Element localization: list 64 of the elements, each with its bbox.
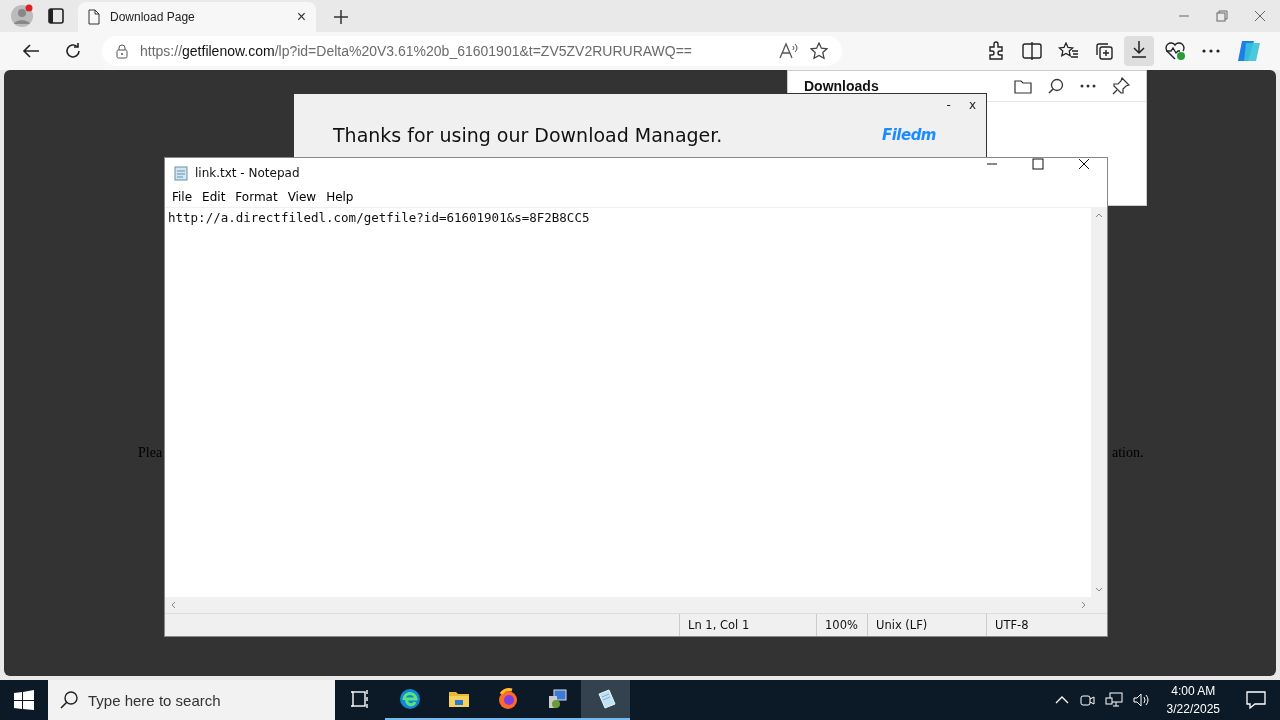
logo: Filedm: [881, 126, 936, 144]
minimize-button[interactable]: -: [944, 98, 953, 112]
more-icon[interactable]: [1080, 84, 1096, 88]
folder-icon[interactable]: [1014, 78, 1032, 94]
profile-icon[interactable]: [10, 4, 34, 28]
clock-date: 3/22/2025: [1166, 701, 1220, 718]
favorites-icon[interactable]: [1058, 42, 1078, 60]
status-text: 100%: [816, 614, 867, 636]
taskbar-app[interactable]: [581, 680, 630, 720]
split-screen-icon[interactable]: [1022, 42, 1042, 60]
status-text: Unix (LF): [867, 614, 986, 636]
notepad-icon: [173, 164, 189, 181]
extensions-icon[interactable]: [986, 41, 1006, 61]
more-icon[interactable]: [1202, 49, 1220, 53]
address-bar[interactable]: https://getfilenow.com/lp?id=Delta%20V3.61%20b_61601901&t=ZV5ZV2RURURAWQ==: [102, 36, 842, 66]
scroll-left-icon: [170, 601, 176, 609]
health-icon[interactable]: [1164, 41, 1186, 61]
status-text: UTF-8: [986, 614, 1107, 636]
chevron-up-icon[interactable]: [1054, 696, 1069, 704]
restore-icon[interactable]: [1216, 10, 1228, 22]
taskbar-search-field[interactable]: Type here to search: [48, 680, 335, 720]
menu-item[interactable]: File: [167, 190, 198, 204]
favorite-star-icon[interactable]: [810, 42, 828, 60]
tab-actions-icon[interactable]: [48, 8, 64, 24]
lock-icon: [116, 43, 128, 59]
windows-start-icon[interactable]: [14, 690, 34, 710]
close-button[interactable]: x: [966, 98, 978, 112]
window-title: link.txt - Notepad: [195, 165, 301, 180]
copilot-icon[interactable]: [1236, 39, 1262, 63]
text-area[interactable]: http://a.directfiledl.com/getfile?id=61601901&s=8F2B8CC5: [165, 208, 1091, 597]
panel-title: Downloads: [804, 78, 880, 94]
search-icon: [60, 691, 78, 709]
clock-time: 4:00 AM: [1171, 683, 1216, 700]
network-icon[interactable]: [1104, 692, 1123, 708]
downloads-button[interactable]: [1124, 36, 1154, 66]
camera-icon[interactable]: [1078, 692, 1095, 708]
menu-item[interactable]: Edit: [197, 190, 231, 204]
scroll-up-icon: [1095, 212, 1103, 218]
url-text: https://getfilenow.com/lp?id=Delta%20V3.61%20b_61601901&t=ZV5ZV2RURURAWQ==: [140, 43, 694, 59]
refresh-icon[interactable]: [64, 42, 82, 60]
scroll-down-icon: [1095, 587, 1103, 593]
horizontal-scrollbar[interactable]: [165, 597, 1107, 613]
back-icon[interactable]: [22, 43, 40, 59]
scroll-right-icon: [1081, 601, 1087, 609]
pin-icon[interactable]: [1112, 77, 1130, 95]
search-icon[interactable]: [1048, 78, 1064, 94]
download-icon: [1131, 40, 1147, 58]
search-placeholder: Type here to search: [88, 691, 221, 709]
menu-item[interactable]: View: [282, 190, 322, 204]
close-tab-button[interactable]: ×: [296, 8, 306, 26]
collections-icon[interactable]: [1094, 41, 1114, 61]
firefox-icon: [496, 688, 519, 710]
edge-icon: [398, 688, 421, 710]
read-aloud-icon[interactable]: [778, 42, 798, 60]
status-text: Ln 1, Col 1: [679, 614, 816, 636]
new-tab-icon[interactable]: [334, 10, 348, 24]
notification-icon[interactable]: [1246, 691, 1266, 709]
browser-tab[interactable]: Download Page ×: [78, 2, 316, 32]
volume-icon[interactable]: [1132, 692, 1151, 708]
vertical-scrollbar[interactable]: [1091, 208, 1107, 597]
menu-item[interactable]: Help: [321, 190, 359, 204]
popup-message: Thanks for using our Download Manager.: [333, 124, 724, 146]
menu-item[interactable]: Format: [230, 190, 283, 204]
page-icon: [88, 9, 100, 25]
